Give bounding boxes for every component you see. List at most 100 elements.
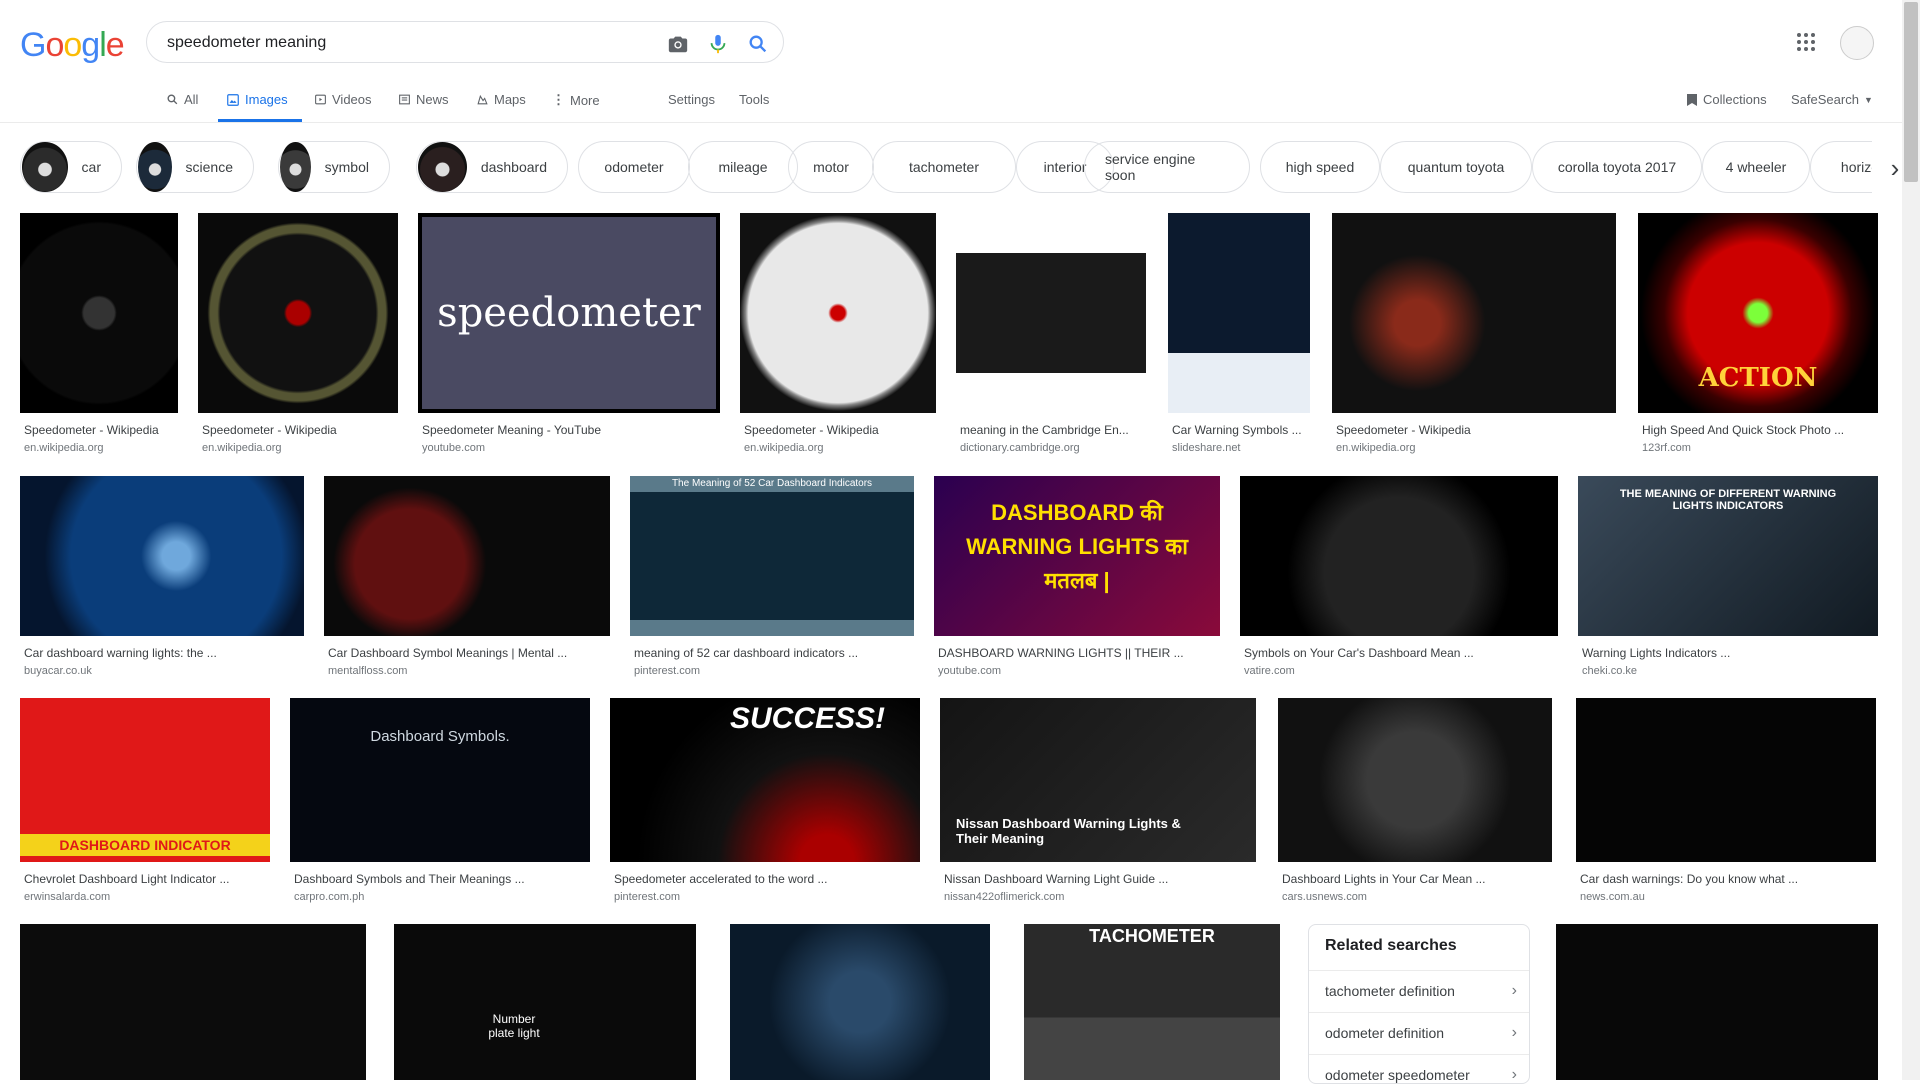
related-search-item[interactable]: odometer definition › bbox=[1309, 1012, 1529, 1054]
camera-icon[interactable] bbox=[667, 33, 689, 55]
result-title[interactable]: Symbols on Your Car's Dashboard Mean ... bbox=[1244, 646, 1558, 660]
result-thumbnail[interactable] bbox=[1278, 698, 1552, 862]
result-title[interactable]: Car dash warnings: Do you know what ... bbox=[1580, 872, 1876, 886]
result-title[interactable]: Dashboard Symbols and Their Meanings ... bbox=[294, 872, 590, 886]
chip-mileage[interactable]: mileage bbox=[688, 141, 798, 193]
chip-motor[interactable]: motor bbox=[788, 141, 874, 193]
tab-more[interactable]: ⋮ More bbox=[552, 92, 600, 108]
safesearch-dropdown[interactable]: SafeSearch ▼ bbox=[1791, 92, 1873, 107]
result-thumbnail[interactable]: DASHBOARD की WARNING LIGHTS का मतलब | bbox=[934, 476, 1220, 636]
chip-label: tachometer bbox=[908, 159, 980, 175]
scrollbar-thumb[interactable] bbox=[1904, 2, 1918, 182]
result-thumbnail[interactable] bbox=[956, 213, 1146, 413]
result-title[interactable]: Car Dashboard Symbol Meanings | Mental .… bbox=[328, 646, 610, 660]
chip-symbol[interactable]: symbol bbox=[278, 141, 390, 193]
result-thumbnail[interactable]: ACTION bbox=[1638, 213, 1878, 413]
result-title[interactable]: Speedometer - Wikipedia bbox=[1336, 423, 1616, 437]
result-thumbnail[interactable]: Number plate light bbox=[394, 924, 696, 1080]
chip-odometer[interactable]: odometer bbox=[578, 141, 690, 193]
chip-tachometer[interactable]: tachometer bbox=[872, 141, 1016, 193]
result-title[interactable]: Speedometer - Wikipedia bbox=[24, 423, 178, 437]
thumbnail-text: ACTION bbox=[1698, 363, 1818, 393]
result-thumbnail[interactable] bbox=[20, 924, 366, 1080]
chip-car[interactable]: car bbox=[20, 141, 122, 193]
result-thumbnail[interactable]: SUCCESS! bbox=[610, 698, 920, 862]
result-title[interactable]: meaning of 52 car dashboard indicators .… bbox=[634, 646, 914, 660]
result-thumbnail[interactable] bbox=[1240, 476, 1558, 636]
chip-label: mileage bbox=[718, 159, 768, 175]
result-thumbnail[interactable]: speedometer bbox=[418, 213, 720, 413]
result-thumbnail[interactable] bbox=[198, 213, 398, 413]
chip-science[interactable]: science bbox=[136, 141, 254, 193]
search-icon[interactable] bbox=[747, 33, 769, 55]
result-thumbnail[interactable] bbox=[740, 213, 936, 413]
result-thumbnail[interactable] bbox=[1332, 213, 1616, 413]
related-search-item[interactable]: tachometer definition › bbox=[1309, 970, 1529, 1012]
result-title[interactable]: Car dashboard warning lights: the ... bbox=[24, 646, 304, 660]
result-thumbnail[interactable] bbox=[1576, 698, 1876, 862]
microphone-icon[interactable] bbox=[707, 33, 729, 55]
result-title[interactable]: Speedometer - Wikipedia bbox=[744, 423, 936, 437]
search-icon bbox=[167, 94, 178, 105]
result-source: en.wikipedia.org bbox=[202, 442, 282, 454]
tab-all[interactable]: All bbox=[166, 92, 198, 107]
tab-images[interactable]: Images bbox=[226, 92, 288, 107]
chevron-right-icon: › bbox=[1511, 1024, 1517, 1041]
tab-label: Maps bbox=[494, 92, 526, 107]
search-nav: All Images Videos News Maps ⋮ More Setti… bbox=[0, 84, 1920, 123]
result-title[interactable]: Speedometer accelerated to the word ... bbox=[614, 872, 920, 886]
related-search-label: odometer speedometer bbox=[1325, 1067, 1470, 1083]
chip-corolla-toyota-2017[interactable]: corolla toyota 2017 bbox=[1532, 141, 1702, 193]
google-logo[interactable]: Google bbox=[20, 26, 125, 65]
result-title[interactable]: Warning Lights Indicators ... bbox=[1582, 646, 1878, 660]
result-thumbnail[interactable]: DASHBOARD INDICATOR bbox=[20, 698, 270, 862]
result-thumbnail[interactable] bbox=[20, 476, 304, 636]
result-source: nissan422oflimerick.com bbox=[944, 891, 1065, 903]
chip-quantum-toyota[interactable]: quantum toyota bbox=[1380, 141, 1532, 193]
result-title[interactable]: Dashboard Lights in Your Car Mean ... bbox=[1282, 872, 1552, 886]
result-title[interactable]: meaning in the Cambridge En... bbox=[960, 423, 1146, 437]
result-thumbnail[interactable] bbox=[324, 476, 610, 636]
result-thumbnail[interactable] bbox=[1168, 213, 1310, 413]
result-title[interactable]: DASHBOARD WARNING LIGHTS || THEIR ... bbox=[938, 646, 1220, 660]
chip-service-engine-soon[interactable]: service engine soon bbox=[1084, 141, 1250, 193]
chip-4-wheeler[interactable]: 4 wheeler bbox=[1702, 141, 1810, 193]
result-source: cheki.co.ke bbox=[1582, 665, 1638, 677]
thumbnail-text: Dashboard Symbols. bbox=[370, 728, 510, 745]
settings-link[interactable]: Settings bbox=[668, 92, 715, 107]
result-thumbnail[interactable] bbox=[730, 924, 990, 1080]
result-thumbnail[interactable]: Dashboard Symbols. bbox=[290, 698, 590, 862]
apps-grid-icon[interactable] bbox=[1796, 32, 1816, 52]
result-thumbnail[interactable] bbox=[1556, 924, 1878, 1080]
tools-link[interactable]: Tools bbox=[739, 92, 769, 107]
result-title[interactable]: Chevrolet Dashboard Light Indicator ... bbox=[24, 872, 270, 886]
bookmark-icon bbox=[1687, 93, 1697, 106]
result-title[interactable]: Nissan Dashboard Warning Light Guide ... bbox=[944, 872, 1256, 886]
result-source: vatire.com bbox=[1244, 665, 1295, 677]
tab-maps[interactable]: Maps bbox=[476, 92, 526, 107]
collections-link[interactable]: Collections bbox=[1686, 92, 1767, 107]
avatar[interactable] bbox=[1840, 26, 1874, 60]
chip-label: car bbox=[81, 159, 101, 175]
result-source: 123rf.com bbox=[1642, 442, 1691, 454]
result-thumbnail[interactable]: Nissan Dashboard Warning Lights & Their … bbox=[940, 698, 1256, 862]
result-title[interactable]: High Speed And Quick Stock Photo ... bbox=[1642, 423, 1878, 437]
news-icon bbox=[399, 94, 410, 105]
thumbnail-text: SUCCESS! bbox=[730, 702, 886, 735]
search-input[interactable]: speedometer meaning bbox=[167, 34, 326, 52]
result-thumbnail[interactable] bbox=[20, 213, 178, 413]
result-source: erwinsalarda.com bbox=[24, 891, 111, 903]
chip-high-speed[interactable]: high speed bbox=[1260, 141, 1380, 193]
tab-videos[interactable]: Videos bbox=[314, 92, 372, 107]
result-title[interactable]: Speedometer Meaning - YouTube bbox=[422, 423, 720, 437]
related-searches-card: Related searches tachometer definition ›… bbox=[1308, 924, 1530, 1084]
search-box[interactable]: speedometer meaning bbox=[146, 21, 784, 63]
result-thumbnail[interactable]: The Meaning of 52 Car Dashboard Indicato… bbox=[630, 476, 914, 636]
result-thumbnail[interactable]: TACHOMETER bbox=[1024, 924, 1280, 1080]
result-thumbnail[interactable]: THE MEANING OF DIFFERENT WARNING LIGHTS … bbox=[1578, 476, 1878, 636]
result-title[interactable]: Speedometer - Wikipedia bbox=[202, 423, 398, 437]
tab-news[interactable]: News bbox=[398, 92, 449, 107]
chip-dashboard[interactable]: dashboard bbox=[416, 141, 568, 193]
thumbnail-text: Number plate light bbox=[488, 1012, 540, 1040]
result-title[interactable]: Car Warning Symbols ... bbox=[1172, 423, 1310, 437]
